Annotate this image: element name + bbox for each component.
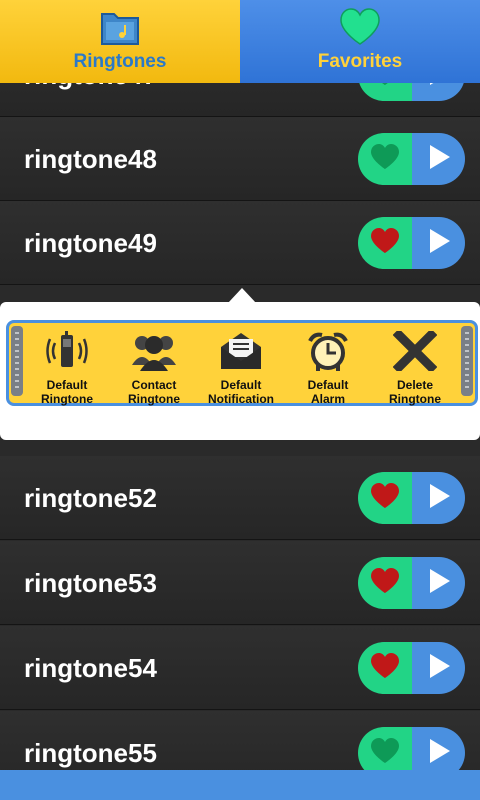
default-notification-button[interactable]: Default Notification — [198, 331, 284, 406]
play-icon — [426, 143, 452, 176]
heart-icon — [339, 8, 381, 51]
delete-x-icon — [392, 328, 438, 375]
list-item[interactable]: ringtone49 — [0, 201, 480, 285]
heart-icon — [370, 652, 400, 684]
favorite-toggle[interactable] — [358, 642, 412, 694]
delete-ringtone-button[interactable]: Delete Ringtone — [372, 328, 458, 406]
default-notification-label: Default Notification — [208, 378, 274, 406]
default-ringtone-label: Default Ringtone — [41, 378, 93, 406]
favorite-toggle[interactable] — [358, 217, 412, 269]
play-icon — [426, 652, 452, 685]
tab-favorites-label: Favorites — [317, 51, 403, 72]
play-icon — [426, 737, 452, 770]
default-alarm-button[interactable]: Default Alarm — [285, 331, 371, 406]
music-folder-icon — [100, 8, 140, 51]
default-ringtone-button[interactable]: Default Ringtone — [24, 331, 110, 406]
menu-grip-right — [461, 326, 473, 396]
menu-grip-left — [11, 326, 23, 396]
list-item[interactable]: ringtone52 — [0, 456, 480, 540]
ringtone-name: ringtone52 — [24, 483, 157, 513]
list-item[interactable]: ringtone53 — [0, 541, 480, 625]
ringtone-name: ringtone55 — [24, 738, 157, 768]
action-menu: Default Ringtone Contact Ringtone Defaul… — [6, 320, 478, 406]
popup-pointer — [228, 288, 256, 303]
ringtone-controls — [358, 217, 465, 269]
play-icon — [426, 482, 452, 515]
play-button[interactable] — [412, 217, 465, 269]
contacts-icon — [130, 336, 178, 375]
tab-bar: Ringtones Favorites — [0, 0, 480, 83]
ringtone-controls — [358, 642, 465, 694]
tab-ringtones[interactable]: Ringtones — [0, 0, 240, 83]
ringtone-action-popup: Default Ringtone Contact Ringtone Defaul… — [0, 302, 480, 440]
play-icon — [426, 567, 452, 600]
heart-icon — [370, 567, 400, 599]
ringtone-controls — [358, 557, 465, 609]
bottom-bar — [0, 770, 480, 800]
ringtone-name: ringtone54 — [24, 653, 157, 683]
ringtone-name: ringtone53 — [24, 568, 157, 598]
heart-icon — [370, 737, 400, 769]
ringtone-name: ringtone49 — [24, 228, 157, 258]
list-item[interactable]: ringtone54 — [0, 626, 480, 710]
ringtone-controls — [358, 472, 465, 524]
envelope-icon — [218, 333, 264, 375]
heart-icon — [370, 143, 400, 175]
ringtone-controls — [358, 133, 465, 185]
play-icon — [426, 227, 452, 260]
tab-favorites[interactable]: Favorites — [240, 0, 480, 83]
heart-icon — [370, 227, 400, 259]
play-button[interactable] — [412, 133, 465, 185]
list-item[interactable]: ringtone48 — [0, 117, 480, 201]
contact-ringtone-button[interactable]: Contact Ringtone — [111, 331, 197, 406]
favorite-toggle[interactable] — [358, 557, 412, 609]
favorite-toggle[interactable] — [358, 133, 412, 185]
phone-icon — [45, 331, 89, 375]
ringtone-name: ringtone48 — [24, 144, 157, 174]
play-button[interactable] — [412, 472, 465, 524]
alarm-clock-icon — [306, 332, 350, 375]
contact-ringtone-label: Contact Ringtone — [128, 378, 180, 406]
favorite-toggle[interactable] — [358, 472, 412, 524]
play-button[interactable] — [412, 642, 465, 694]
default-alarm-label: Default Alarm — [307, 378, 349, 406]
heart-icon — [370, 482, 400, 514]
tab-ringtones-label: Ringtones — [73, 51, 167, 72]
delete-ringtone-label: Delete Ringtone — [389, 378, 441, 406]
play-button[interactable] — [412, 557, 465, 609]
